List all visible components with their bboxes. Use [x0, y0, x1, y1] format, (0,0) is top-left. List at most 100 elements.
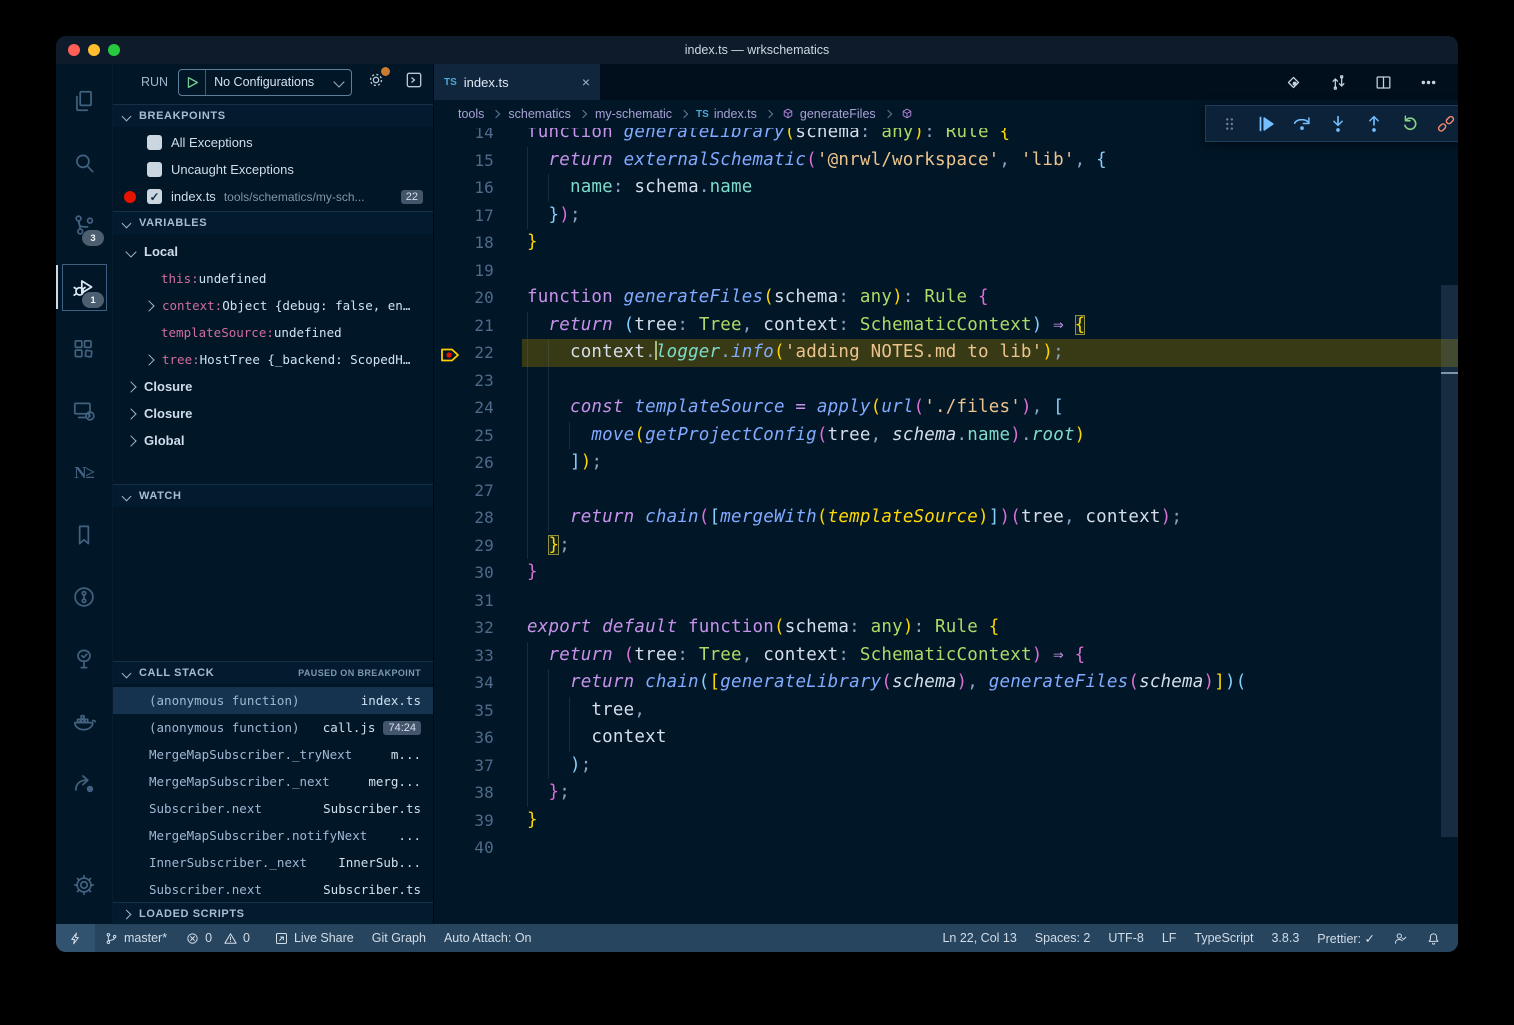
- variable-row[interactable]: templateSource: undefined: [113, 319, 433, 346]
- variable-row[interactable]: Closure: [113, 400, 433, 427]
- breadcrumb-item[interactable]: TSindex.ts: [672, 107, 757, 121]
- status-live-share[interactable]: Live Share: [265, 924, 363, 952]
- code-line-19[interactable]: 19: [434, 257, 1458, 285]
- breadcrumb-item[interactable]: [876, 107, 919, 121]
- status-git-graph[interactable]: Git Graph: [363, 924, 435, 952]
- start-debugging-button[interactable]: [179, 70, 206, 95]
- restart-button[interactable]: [1396, 110, 1424, 138]
- status-problems[interactable]: 00: [176, 924, 265, 952]
- debug-console-button[interactable]: [404, 70, 424, 95]
- activity-item-bookmarks[interactable]: [56, 504, 112, 566]
- variable-row[interactable]: context: Object {debug: false, en…: [113, 292, 433, 319]
- split-editor-button[interactable]: [1374, 73, 1393, 92]
- code-line-15[interactable]: 15 return externalSchematic('@nrwl/works…: [434, 147, 1458, 175]
- variable-row[interactable]: Closure: [113, 373, 433, 400]
- editor-scrollbar[interactable]: [1441, 285, 1458, 837]
- call-stack-frame[interactable]: Subscriber.nextSubscriber.ts: [113, 876, 433, 903]
- call-stack-header[interactable]: CALL STACK PAUSED ON BREAKPOINT: [113, 661, 433, 684]
- loaded-scripts-header[interactable]: LOADED SCRIPTS: [113, 902, 433, 925]
- breakpoint-row[interactable]: ✓index.tstools/schematics/my-sch...22: [113, 183, 433, 210]
- code-line-30[interactable]: 30}: [434, 559, 1458, 587]
- call-stack-frame[interactable]: MergeMapSubscriber._nextmerg...: [113, 768, 433, 795]
- code-line-18[interactable]: 18}: [434, 229, 1458, 257]
- status-feedback[interactable]: [1384, 924, 1417, 952]
- code-line-38[interactable]: 38 };: [434, 779, 1458, 807]
- activity-item-run-and-debug[interactable]: 1: [56, 256, 112, 318]
- status-indentation[interactable]: Spaces: 2: [1026, 924, 1100, 952]
- code-line-25[interactable]: 25 move(getProjectConfig(tree, schema.na…: [434, 422, 1458, 450]
- call-stack-frame[interactable]: Subscriber.nextSubscriber.ts: [113, 795, 433, 822]
- variable-row[interactable]: this: undefined: [113, 265, 433, 292]
- activity-item-source-control[interactable]: 3: [56, 194, 112, 256]
- code-line-23[interactable]: 23: [434, 367, 1458, 395]
- code-line-36[interactable]: 36 context: [434, 724, 1458, 752]
- tab-index-ts[interactable]: TS index.ts ×: [434, 64, 600, 100]
- call-stack-frame[interactable]: MergeMapSubscriber.notifyNext...: [113, 822, 433, 849]
- call-stack-frame[interactable]: MergeMapSubscriber._tryNextm...: [113, 741, 433, 768]
- breadcrumb-item[interactable]: my-schematic: [571, 107, 672, 121]
- disconnect-button[interactable]: [1432, 110, 1458, 138]
- close-tab-icon[interactable]: ×: [582, 74, 590, 90]
- code-line-40[interactable]: 40: [434, 834, 1458, 862]
- breadcrumb-item[interactable]: generateFiles: [757, 107, 876, 121]
- step-out-button[interactable]: [1360, 110, 1388, 138]
- code-line-20[interactable]: 20function generateFiles(schema: any): R…: [434, 284, 1458, 312]
- status-encoding[interactable]: UTF-8: [1099, 924, 1152, 952]
- activity-item-project-share[interactable]: [56, 752, 112, 814]
- code-line-33[interactable]: 33 return (tree: Tree, context: Schemati…: [434, 642, 1458, 670]
- breakpoints-header[interactable]: BREAKPOINTS: [113, 104, 433, 127]
- status-language-mode[interactable]: TypeScript: [1185, 924, 1262, 952]
- breakpoint-checkbox[interactable]: [147, 162, 162, 177]
- code-line-39[interactable]: 39}: [434, 807, 1458, 835]
- manage-gear-button[interactable]: [56, 854, 112, 916]
- status-eol[interactable]: LF: [1153, 924, 1186, 952]
- code-line-26[interactable]: 26 ]);: [434, 449, 1458, 477]
- breadcrumb-item[interactable]: schematics: [484, 107, 571, 121]
- status-auto-attach[interactable]: Auto Attach: On: [435, 924, 541, 952]
- code-line-29[interactable]: 29 };: [434, 532, 1458, 560]
- code-line-17[interactable]: 17 });: [434, 202, 1458, 230]
- code-line-28[interactable]: 28 return chain([mergeWith(templateSourc…: [434, 504, 1458, 532]
- variables-header[interactable]: VARIABLES: [113, 211, 433, 234]
- call-stack-frame[interactable]: (anonymous function)index.ts: [113, 687, 433, 714]
- code-line-31[interactable]: 31: [434, 587, 1458, 615]
- activity-item-explorer[interactable]: [56, 70, 112, 132]
- more-actions-button[interactable]: [1419, 73, 1438, 92]
- code-area[interactable]: 14function generateLibrary(schema: any):…: [434, 128, 1458, 924]
- activity-item-remote-explorer[interactable]: [56, 380, 112, 442]
- breakpoint-checkbox[interactable]: ✓: [147, 189, 162, 204]
- code-line-22[interactable]: 22 context.logger.info('adding NOTES.md …: [434, 339, 1458, 367]
- code-line-35[interactable]: 35 tree,: [434, 697, 1458, 725]
- format-action-button[interactable]: [1284, 73, 1303, 92]
- step-into-button[interactable]: [1324, 110, 1352, 138]
- code-line-24[interactable]: 24 const templateSource = apply(url('./f…: [434, 394, 1458, 422]
- variable-row[interactable]: Local: [113, 238, 433, 265]
- status-remote-indicator[interactable]: [56, 924, 95, 952]
- breakpoint-checkbox[interactable]: [147, 135, 162, 150]
- code-line-32[interactable]: 32export default function(schema: any): …: [434, 614, 1458, 642]
- variable-row[interactable]: tree: HostTree {_backend: ScopedH…: [113, 346, 433, 373]
- status-cursor-position[interactable]: Ln 22, Col 13: [933, 924, 1025, 952]
- code-line-37[interactable]: 37 );: [434, 752, 1458, 780]
- status-notifications[interactable]: [1417, 924, 1450, 952]
- code-line-34[interactable]: 34 return chain([generateLibrary(schema)…: [434, 669, 1458, 697]
- code-line-16[interactable]: 16 name: schema.name: [434, 174, 1458, 202]
- activity-item-testing[interactable]: [56, 628, 112, 690]
- launch-configuration-dropdown[interactable]: No Configurations: [178, 69, 352, 96]
- activity-item-nx-console[interactable]: N≥: [56, 442, 112, 504]
- call-stack-frame[interactable]: (anonymous function)call.js74:24: [113, 714, 433, 741]
- code-line-27[interactable]: 27: [434, 477, 1458, 505]
- code-line-21[interactable]: 21 return (tree: Tree, context: Schemati…: [434, 312, 1458, 340]
- drag-handle[interactable]: [1216, 110, 1244, 138]
- status-prettier[interactable]: Prettier: ✓: [1308, 924, 1384, 952]
- step-over-button[interactable]: [1288, 110, 1316, 138]
- activity-item-search[interactable]: [56, 132, 112, 194]
- breadcrumb-item[interactable]: tools: [458, 107, 484, 121]
- breakpoint-row[interactable]: Uncaught Exceptions: [113, 156, 433, 183]
- status-git-branch[interactable]: master*: [95, 924, 176, 952]
- configure-gear-button[interactable]: [366, 70, 386, 95]
- watch-header[interactable]: WATCH: [113, 484, 433, 507]
- activity-item-docker[interactable]: [56, 690, 112, 752]
- status-ts-version[interactable]: 3.8.3: [1262, 924, 1308, 952]
- activity-item-gitlens[interactable]: [56, 566, 112, 628]
